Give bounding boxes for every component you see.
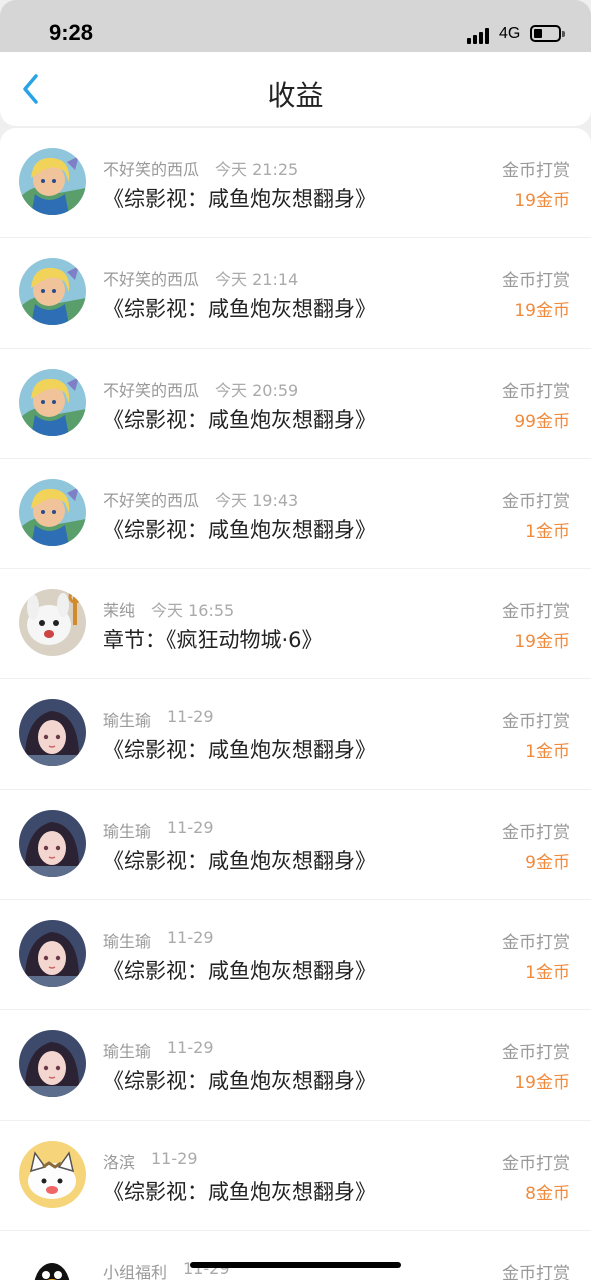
list-item[interactable]: 瑜生瑜 11-29 《综影视：咸鱼炮灰想翻身》 金币打赏 1金币 bbox=[0, 679, 591, 790]
book-title: 《综影视：咸鱼炮灰想翻身》 bbox=[103, 738, 376, 763]
reward-amount: 19金币 bbox=[514, 632, 570, 653]
reward-amount: 19金币 bbox=[514, 191, 570, 211]
timestamp: 今天 19:43 bbox=[215, 490, 299, 510]
avatar[interactable] bbox=[19, 1250, 86, 1280]
username: 洛滨 bbox=[103, 1152, 136, 1172]
list-item[interactable]: 不好笑的西瓜 今天 19:43 《综影视：咸鱼炮灰想翻身》 金币打赏 1金币 bbox=[0, 459, 591, 570]
list-item[interactable]: 茉纯 今天 16:55 章节：《疯狂动物城·6》 金币打赏 19金币 bbox=[0, 569, 591, 680]
list-item[interactable]: 不好笑的西瓜 今天 20:59 《综影视：咸鱼炮灰想翻身》 金币打赏 99金币 bbox=[0, 349, 591, 459]
list-item[interactable]: 瑜生瑜 11-29 《综影视：咸鱼炮灰想翻身》 金币打赏 1金币 bbox=[0, 900, 591, 1011]
timestamp: 11-29 bbox=[167, 707, 214, 727]
list-item[interactable]: 瑜生瑜 11-29 《综影视：咸鱼炮灰想翻身》 金币打赏 19金币 bbox=[0, 1010, 591, 1121]
username: 不好笑的西瓜 bbox=[103, 160, 200, 179]
list-item[interactable]: 不好笑的西瓜 今天 21:25 《综影视：咸鱼炮灰想翻身》 金币打赏 19金币 bbox=[0, 128, 591, 239]
avatar[interactable] bbox=[19, 148, 86, 215]
book-title: 《综影视：咸鱼炮灰想翻身》 bbox=[103, 848, 376, 873]
reward-type: 金币打赏 bbox=[502, 491, 570, 512]
reward-type: 金币打赏 bbox=[502, 822, 570, 843]
timestamp: 今天 16:55 bbox=[151, 601, 235, 621]
avatar[interactable] bbox=[19, 920, 86, 988]
username: 瑜生瑜 bbox=[103, 711, 152, 731]
timestamp: 今天 20:59 bbox=[215, 380, 299, 400]
timestamp: 今天 21:25 bbox=[215, 160, 299, 179]
list-item[interactable]: 小组福利 11-29 金币打赏 bbox=[0, 1231, 591, 1280]
home-indicator[interactable] bbox=[190, 1262, 401, 1268]
timestamp: 今天 21:14 bbox=[215, 270, 299, 290]
book-title: 《综影视：咸鱼炮灰想翻身》 bbox=[103, 1179, 376, 1204]
avatar[interactable] bbox=[19, 589, 86, 657]
book-title: 《综影视：咸鱼炮灰想翻身》 bbox=[103, 407, 376, 432]
nav-bar: 收益 bbox=[0, 52, 591, 126]
timestamp: 11-29 bbox=[167, 817, 214, 837]
reward-amount: 99金币 bbox=[514, 411, 570, 432]
reward-type: 金币打赏 bbox=[502, 161, 570, 181]
username: 不好笑的西瓜 bbox=[103, 490, 200, 510]
network-label: 4G bbox=[499, 25, 521, 42]
timestamp: 11-29 bbox=[167, 1038, 214, 1058]
signal-icon bbox=[467, 26, 493, 44]
status-time: 9:28 bbox=[49, 20, 94, 45]
battery-tip bbox=[562, 31, 565, 37]
reward-type: 金币打赏 bbox=[502, 1043, 570, 1064]
avatar[interactable] bbox=[19, 258, 86, 326]
username: 茉纯 bbox=[103, 601, 136, 621]
username: 瑜生瑜 bbox=[103, 1042, 152, 1062]
avatar[interactable] bbox=[19, 809, 86, 877]
avatar[interactable] bbox=[19, 1140, 86, 1208]
avatar[interactable] bbox=[19, 368, 86, 436]
book-title: 《综影视：咸鱼炮灰想翻身》 bbox=[103, 1069, 376, 1094]
book-title: 《综影视：咸鱼炮灰想翻身》 bbox=[103, 517, 376, 542]
timestamp: 11-29 bbox=[167, 928, 214, 948]
book-title: 《综影视：咸鱼炮灰想翻身》 bbox=[103, 187, 376, 211]
list-item[interactable]: 洛滨 11-29 《综影视：咸鱼炮灰想翻身》 金币打赏 8金币 bbox=[0, 1121, 591, 1231]
timestamp: 11-29 bbox=[151, 1148, 198, 1168]
reward-type: 金币打赏 bbox=[502, 602, 570, 623]
page-title: 收益 bbox=[267, 79, 324, 112]
list-item[interactable]: 不好笑的西瓜 今天 21:14 《综影视：咸鱼炮灰想翻身》 金币打赏 19金币 bbox=[0, 238, 591, 349]
battery-icon bbox=[530, 25, 561, 42]
status-bar: 9:28 4G bbox=[0, 0, 591, 52]
reward-amount: 1金币 bbox=[525, 521, 570, 542]
reward-type: 金币打赏 bbox=[502, 1263, 570, 1280]
reward-amount: 19金币 bbox=[514, 1073, 570, 1094]
reward-type: 金币打赏 bbox=[502, 712, 570, 733]
reward-type: 金币打赏 bbox=[502, 1153, 570, 1174]
reward-amount: 8金币 bbox=[525, 1183, 570, 1204]
username: 不好笑的西瓜 bbox=[103, 380, 200, 400]
username: 不好笑的西瓜 bbox=[103, 270, 200, 290]
list-item[interactable]: 瑜生瑜 11-29 《综影视：咸鱼炮灰想翻身》 金币打赏 9金币 bbox=[0, 790, 591, 901]
reward-amount: 1金币 bbox=[525, 742, 570, 763]
book-title: 《综影视：咸鱼炮灰想翻身》 bbox=[103, 297, 376, 322]
username: 瑜生瑜 bbox=[103, 821, 152, 841]
book-title: 《综影视：咸鱼炮灰想翻身》 bbox=[103, 959, 376, 984]
earnings-list: 不好笑的西瓜 今天 21:25 《综影视：咸鱼炮灰想翻身》 金币打赏 19金币 不好笑的… bbox=[0, 128, 591, 1280]
username: 瑜生瑜 bbox=[103, 932, 152, 952]
reward-amount: 19金币 bbox=[514, 301, 570, 322]
avatar[interactable] bbox=[19, 699, 86, 767]
avatar[interactable] bbox=[19, 478, 86, 546]
reward-type: 金币打赏 bbox=[502, 381, 570, 402]
reward-type: 金币打赏 bbox=[502, 933, 570, 954]
reward-amount: 9金币 bbox=[525, 852, 570, 873]
book-title: 章节：《疯狂动物城·6》 bbox=[103, 628, 323, 653]
reward-amount: 1金币 bbox=[525, 963, 570, 984]
reward-type: 金币打赏 bbox=[502, 271, 570, 292]
username: 小组福利 bbox=[103, 1262, 168, 1280]
avatar[interactable] bbox=[19, 1030, 86, 1098]
